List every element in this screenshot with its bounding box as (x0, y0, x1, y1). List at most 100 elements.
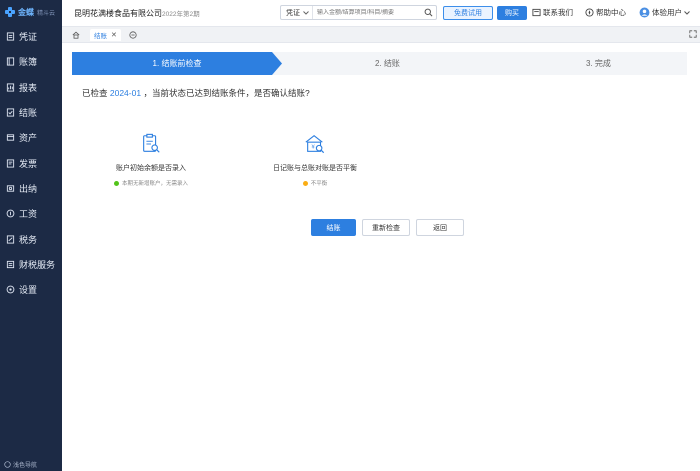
invoice-icon (6, 159, 15, 168)
step-pre-check: 1. 结账前检查 (72, 52, 282, 75)
check-status: 本期无新增账户，无需录入 (96, 179, 206, 187)
avatar-icon (639, 7, 650, 18)
compass-icon (585, 8, 594, 17)
tax-service-icon (6, 260, 15, 269)
tax-icon (6, 234, 15, 244)
status-dot-orange (302, 180, 308, 186)
contact-us-label: 联系我们 (543, 8, 573, 17)
step-progress: 1. 结账前检查 2. 结账 3. 完成 (72, 52, 687, 75)
help-center-label: 帮助中心 (596, 8, 626, 17)
search-box: 凭证 (280, 5, 437, 20)
salary-icon (6, 209, 15, 218)
sidebar-item-label: 发票 (19, 158, 38, 169)
asset-icon (6, 133, 15, 142)
tab-bar: 结账 ✕ (62, 27, 700, 43)
sidebar-item-salary[interactable]: 工资 (0, 201, 62, 226)
sidebar-item-asset[interactable]: 资产 (0, 125, 62, 150)
tab-closing[interactable]: 结账 ✕ (90, 28, 121, 41)
sidebar-item-closing[interactable]: 结账 (0, 100, 62, 125)
check-initial-balance: 账户初始余额是否录入 本期无新增账户，无需录入 (96, 133, 206, 187)
recheck-button[interactable]: 重新检查 (362, 219, 410, 236)
sidebar-item-tax-service[interactable]: 财税服务 (0, 252, 62, 277)
back-button[interactable]: 返回 (416, 219, 464, 236)
book-icon (6, 57, 15, 66)
settings-icon (6, 285, 15, 294)
help-center-link[interactable]: 帮助中心 (585, 7, 626, 18)
search-input[interactable] (313, 8, 422, 17)
sidebar-item-cashier[interactable]: 出纳 (0, 176, 62, 201)
checked-period: 2024-01 (109, 88, 142, 98)
check-title: 日记账与总账对账是否平衡 (273, 165, 357, 172)
check-status: 不平衡 (260, 179, 370, 187)
report-icon (6, 83, 15, 92)
logo[interactable]: 金蝶 精斗云 (0, 0, 62, 24)
check-journal-balance: ¥ 日记账与总账对账是否平衡 不平衡 (260, 133, 370, 187)
search-type-label: 凭证 (286, 9, 300, 17)
close-icon[interactable]: ✕ (111, 31, 117, 39)
step-closing: 2. 结账 (375, 59, 400, 68)
svg-text:¥: ¥ (311, 145, 315, 151)
tab-menu-button[interactable] (129, 30, 137, 39)
action-buttons: 结账 重新检查 返回 (311, 219, 464, 236)
light-nav-toggle[interactable]: 浅色导航 (4, 460, 37, 469)
logo-icon (5, 7, 15, 17)
company-name: 昆明花满楼食品有限公司 (74, 8, 162, 18)
cashier-icon (6, 184, 15, 193)
user-menu[interactable]: 体验用户 (639, 7, 690, 18)
check-status-text: 不平衡 (310, 181, 328, 187)
chevron-down-icon (684, 10, 690, 15)
free-trial-button[interactable]: 免费试用 (443, 6, 493, 20)
light-nav-label: 浅色导航 (13, 463, 38, 469)
expand-icon (689, 30, 697, 38)
sidebar-item-label: 财税服务 (19, 259, 56, 270)
search-icon[interactable] (422, 8, 434, 17)
sidebar-item-label: 资产 (19, 133, 38, 144)
sidebar-item-label: 工资 (19, 209, 38, 220)
sidebar-nav: 凭证 账簿 报表 结账 资产 发票 出纳 工资 税务 财税服务 设置 (0, 24, 62, 302)
question-prefix: 已检查 (82, 88, 110, 98)
more-circle-icon (129, 30, 137, 39)
sidebar-item-voucher[interactable]: 凭证 (0, 24, 62, 49)
company-switcher[interactable]: 昆明花满楼食品有限公司2022年第2期 (74, 8, 200, 19)
chevron-down-icon (303, 10, 309, 15)
step-complete: 3. 完成 (586, 59, 611, 68)
question-suffix: ，当前状态已达到结账条件，是否确认结账? (141, 88, 310, 98)
sidebar-item-label: 账簿 (19, 57, 38, 68)
sidebar-item-tax[interactable]: 税务 (0, 226, 62, 251)
buy-button[interactable]: 购买 (497, 6, 527, 20)
user-name: 体验用户 (652, 8, 682, 17)
sidebar-item-settings[interactable]: 设置 (0, 277, 62, 302)
logo-subtext: 精斗云 (37, 10, 56, 17)
closing-content: 1. 结账前检查 2. 结账 3. 完成 已检查 2024-01 ，当前状态已达… (62, 43, 700, 471)
nav-toggle-icon (4, 461, 11, 468)
sidebar-item-label: 设置 (19, 285, 38, 296)
logo-text: 金蝶 (18, 7, 34, 17)
closing-icon (6, 108, 15, 117)
sidebar-item-label: 出纳 (19, 183, 38, 194)
check-status-text: 本期无新增账户，无需录入 (121, 181, 188, 187)
bank-search-icon: ¥ (305, 135, 325, 154)
sidebar-item-label: 结账 (19, 108, 38, 119)
sidebar-item-label: 税务 (19, 234, 38, 245)
sidebar-item-report[interactable]: 报表 (0, 75, 62, 100)
sidebar-item-label: 报表 (19, 82, 38, 93)
tab-label: 结账 (94, 32, 107, 40)
fullscreen-button[interactable] (689, 30, 697, 40)
contact-us-link[interactable]: 联系我们 (532, 7, 573, 18)
top-header: 昆明花满楼食品有限公司2022年第2期 凭证 免费试用 购买 联系我们 帮助中心… (62, 0, 700, 27)
sidebar-item-label: 凭证 (19, 32, 38, 43)
home-icon (72, 31, 80, 39)
confirm-question: 已检查 2024-01 ，当前状态已达到结账条件，是否确认结账? (82, 87, 310, 99)
clipboard-search-icon (143, 133, 160, 153)
accounting-period: 2022年第2期 (162, 10, 200, 18)
search-type-select[interactable]: 凭证 (281, 6, 313, 19)
sidebar: 金蝶 精斗云 凭证 账簿 报表 结账 资产 发票 出纳 工资 税务 财税服务 设… (0, 0, 62, 471)
contact-icon (532, 8, 541, 17)
sidebar-item-book[interactable]: 账簿 (0, 49, 62, 74)
status-dot-green (113, 180, 119, 186)
sidebar-item-invoice[interactable]: 发票 (0, 150, 62, 175)
home-tab[interactable] (68, 27, 84, 43)
close-account-button[interactable]: 结账 (311, 219, 356, 236)
voucher-icon (6, 32, 15, 41)
check-title: 账户初始余额是否录入 (116, 165, 186, 172)
